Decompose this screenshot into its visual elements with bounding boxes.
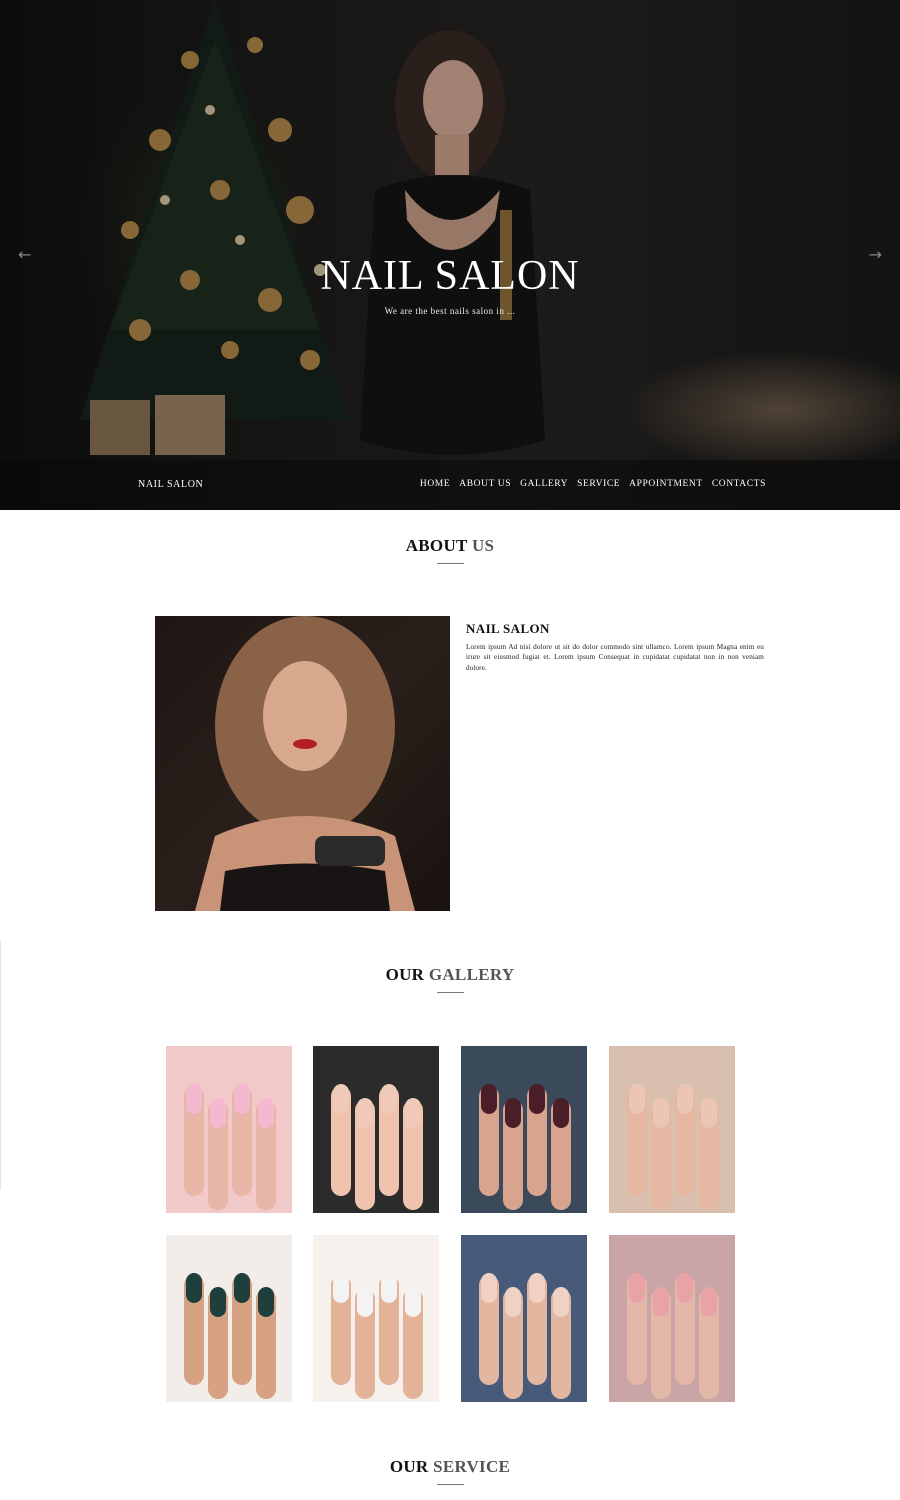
hero-title: NAIL SALON <box>320 253 580 299</box>
gallery-item[interactable] <box>609 1046 735 1213</box>
about-heading-bold: ABOUT <box>405 536 468 555</box>
nail-art-image <box>313 1235 439 1402</box>
hero-subtitle: We are the best nails salon in ... <box>384 306 516 316</box>
nav-item-home[interactable]: HOME <box>420 479 450 489</box>
gallery-item[interactable] <box>166 1046 292 1213</box>
nav-item-gallery[interactable]: GALLERY <box>520 479 568 489</box>
about-heading-divider <box>437 563 464 564</box>
gallery-item[interactable] <box>461 1046 587 1213</box>
gallery-heading-divider <box>437 992 464 993</box>
nail-art-image <box>313 1046 439 1213</box>
nav-item-appointment[interactable]: APPOINTMENT <box>629 479 703 489</box>
about-heading-light: US <box>471 536 495 555</box>
nav-item-about-us[interactable]: ABOUT US <box>459 479 511 489</box>
nail-art-image <box>609 1235 735 1402</box>
about-title: NAIL SALON <box>466 621 550 636</box>
gallery-item[interactable] <box>609 1235 735 1402</box>
gallery-heading-light: GALLERY <box>428 965 515 984</box>
nail-art-image <box>461 1046 587 1213</box>
service-heading-light: SERVICE <box>433 1457 511 1476</box>
nail-art-image <box>609 1046 735 1213</box>
hero-section: ← → NAIL SALON We are the best nails sal… <box>0 0 900 510</box>
nail-art-image <box>461 1235 587 1402</box>
gallery-item[interactable] <box>313 1046 439 1213</box>
service-heading-bold: OUR <box>389 1457 429 1476</box>
nav-item-contacts[interactable]: CONTACTS <box>712 479 766 489</box>
service-heading-divider <box>437 1484 464 1485</box>
service-heading: OUR SERVICE <box>0 1457 900 1477</box>
nail-art-image <box>166 1235 292 1402</box>
nail-art-image <box>166 1046 292 1213</box>
about-description: Lorem ipsum Ad nisi dolore ut sit do dol… <box>466 643 764 672</box>
nav-item-service[interactable]: SERVICE <box>577 479 620 489</box>
about-portrait-image <box>155 616 450 911</box>
gallery-item[interactable] <box>461 1235 587 1402</box>
gallery-item[interactable] <box>166 1235 292 1402</box>
nav-menu: HOME ABOUT US GALLERY SERVICE APPOINTMEN… <box>420 479 766 489</box>
brand-logo-text[interactable]: NAIL SALON <box>138 479 203 490</box>
gallery-heading-bold: OUR <box>385 965 425 984</box>
gallery-item[interactable] <box>313 1235 439 1402</box>
gallery-heading: OUR GALLERY <box>0 965 900 985</box>
navbar: NAIL SALON HOME ABOUT US GALLERY SERVICE… <box>0 460 900 510</box>
about-heading: ABOUT US <box>0 536 900 556</box>
